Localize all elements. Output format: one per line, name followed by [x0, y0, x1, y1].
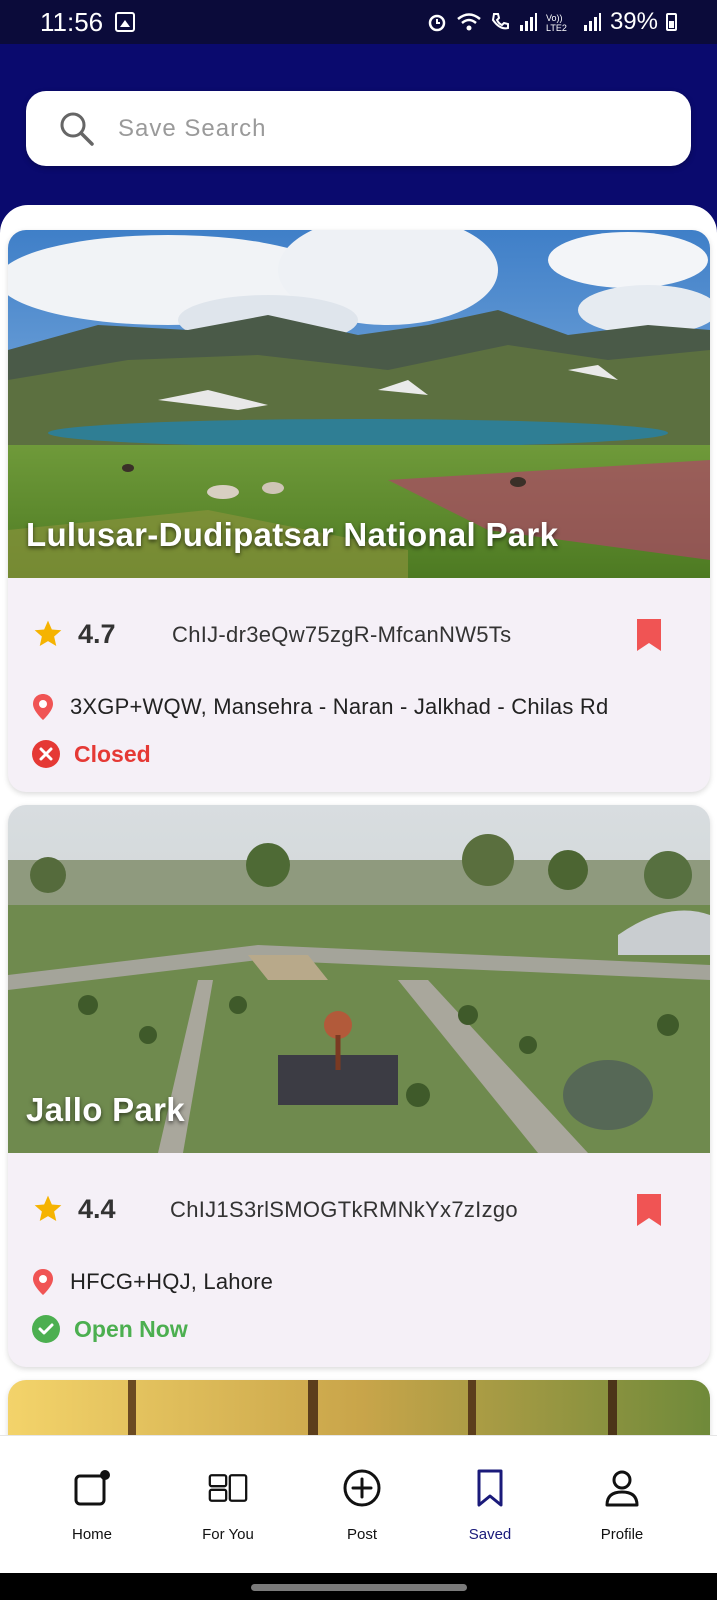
signal-icon — [519, 13, 537, 31]
battery-percent: 39% — [609, 8, 658, 35]
header — [0, 44, 717, 224]
forest-image — [8, 1380, 710, 1435]
battery-icon — [666, 13, 677, 31]
bookmark-outline-icon — [477, 1469, 503, 1507]
signal-icon-2 — [583, 13, 601, 31]
svg-text:Vo)): Vo)) — [546, 13, 563, 23]
svg-text:LTE2: LTE2 — [546, 23, 567, 33]
home-icon — [74, 1470, 110, 1506]
lte-icon: Vo))LTE2 — [546, 13, 567, 33]
wifi-icon — [457, 13, 481, 31]
rating-row: 4.4 — [32, 1193, 116, 1225]
status-bar: 11:56 Vo)) LTE2 39% — [0, 0, 717, 44]
check-circle-icon — [32, 1315, 60, 1343]
address-text: 3XGP+WQW, Mansehra - Naran - Jalkhad - C… — [70, 694, 609, 719]
nav-home[interactable]: Home — [37, 1468, 147, 1543]
search-input[interactable] — [118, 114, 618, 143]
address-row: 3XGP+WQW, Mansehra - Naran - Jalkhad - C… — [32, 693, 608, 721]
open-status: Closed — [74, 740, 151, 767]
location-pin-icon — [33, 694, 53, 720]
open-status-row: Open Now — [32, 1315, 188, 1343]
rating-row: 4.7 — [32, 618, 116, 650]
star-icon — [34, 1195, 62, 1221]
bookmark-icon[interactable] — [636, 618, 662, 652]
gallery-notification-icon — [115, 12, 136, 32]
place-id: ChIJ-dr3eQw75zgR-MfcanNW5Ts — [172, 622, 512, 647]
nav-home-label: Home — [71, 1526, 112, 1543]
home-gesture-handle[interactable] — [251, 1584, 467, 1591]
rating-value: 4.4 — [78, 1193, 116, 1224]
address-row: HFCG+HQJ, Lahore — [32, 1268, 273, 1296]
nav-saved[interactable]: Saved — [435, 1468, 545, 1543]
star-icon — [34, 620, 62, 646]
nav-for-you-label: For You — [202, 1526, 254, 1543]
place-card[interactable] — [8, 1380, 710, 1435]
place-image: Jallo Park — [8, 805, 710, 1153]
status-time: 11:56 — [40, 6, 104, 37]
open-status: Open Now — [74, 1315, 188, 1342]
search-box[interactable] — [26, 91, 691, 166]
system-gesture-bar — [0, 1573, 717, 1600]
open-status-row: Closed — [32, 740, 151, 768]
place-title: Jallo Park — [26, 1091, 185, 1128]
place-image: Lulusar-Dudipatsar National Park — [8, 230, 710, 578]
call-icon — [491, 13, 509, 30]
place-card[interactable]: Jallo Park 4.4 ChIJ1S3rlSMOGTkRMNkYx7zIz… — [8, 805, 710, 1367]
person-icon — [605, 1470, 639, 1507]
add-circle-icon — [343, 1469, 381, 1507]
alarm-icon — [428, 14, 446, 32]
closed-x-icon — [32, 740, 60, 768]
status-left: 11:56 — [40, 6, 136, 38]
bookmark-icon[interactable] — [636, 1193, 662, 1227]
nav-profile[interactable]: Profile — [567, 1468, 677, 1543]
search-icon — [60, 112, 94, 146]
nav-profile-label: Profile — [600, 1526, 644, 1543]
nav-post-label: Post — [346, 1526, 377, 1543]
bottom-nav: Home For You Post Saved Profile — [0, 1435, 717, 1573]
for-you-icon — [208, 1474, 248, 1502]
nav-for-you[interactable]: For You — [173, 1468, 283, 1543]
location-pin-icon — [33, 1269, 53, 1295]
rating-value: 4.7 — [78, 618, 116, 649]
saved-list[interactable]: Lulusar-Dudipatsar National Park 4.7 ChI… — [0, 205, 717, 1435]
place-title: Lulusar-Dudipatsar National Park — [26, 516, 559, 553]
status-right: Vo)) LTE2 39% — [426, 8, 677, 36]
nav-post[interactable]: Post — [307, 1468, 417, 1543]
address-text: HFCG+HQJ, Lahore — [70, 1269, 274, 1294]
nav-saved-label: Saved — [468, 1526, 512, 1543]
place-card[interactable]: Lulusar-Dudipatsar National Park 4.7 ChI… — [8, 230, 710, 792]
place-id: ChIJ1S3rlSMOGTkRMNkYx7zIzgo — [170, 1197, 518, 1222]
